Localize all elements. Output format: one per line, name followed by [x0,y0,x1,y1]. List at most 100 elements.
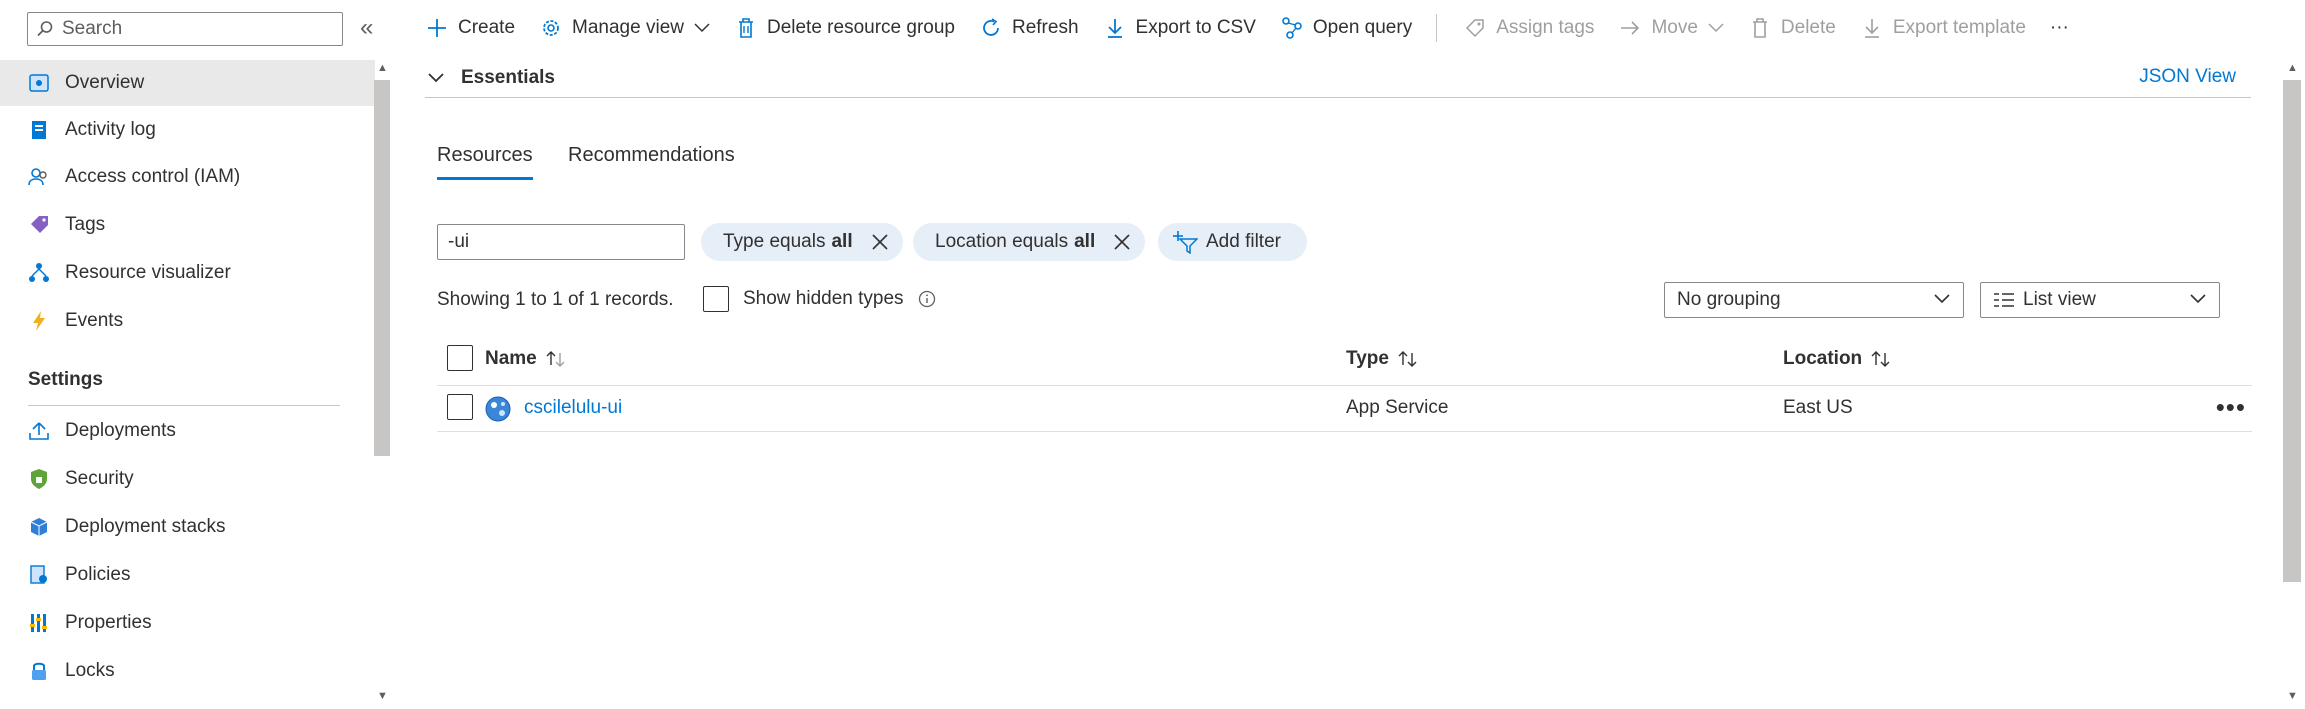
sidebar-item-label: Deployments [65,420,176,441]
sidebar-item-resource-visualizer[interactable]: Resource visualizer [0,250,375,296]
command-bar: Create Manage view Delete resource group… [425,0,2093,56]
sidebar-search[interactable] [27,12,343,46]
resource-type: App Service [1346,397,1449,418]
sidebar-item-activity-log[interactable]: Activity log [0,107,375,153]
sidebar-item-label: Overview [65,72,145,93]
sidebar-scroll-thumb[interactable] [374,80,390,456]
sidebar-item-label: Locks [65,660,115,681]
close-icon[interactable] [871,233,889,251]
sidebar-item-events[interactable]: Events [0,298,375,344]
checkbox[interactable] [703,286,729,312]
filter-by-name-input[interactable] [437,224,685,260]
sidebar-item-deployment-stacks[interactable]: Deployment stacks [0,504,375,550]
grouping-dropdown[interactable]: No grouping [1664,282,1964,318]
add-filter-label: Add filter [1206,231,1281,252]
location-filter-value: all [1074,231,1096,252]
sidebar-item-policies[interactable]: Policies [0,552,375,598]
essentials-header[interactable]: Essentials JSON View [425,58,2251,98]
scroll-down-icon[interactable]: ▼ [2287,690,2298,702]
tab-recommendations[interactable]: Recommendations [568,144,735,177]
sidebar-item-overview[interactable]: Overview [0,60,375,106]
show-hidden-types-label: Show hidden types [743,288,904,309]
location-filter-label: Location equals [935,231,1069,252]
table-row[interactable]: cscilelulu-ui App Service East US ••• [437,386,2252,432]
sidebar-item-tags[interactable]: Tags [0,202,375,248]
main-scrollbar[interactable]: ▲ ▼ [2281,58,2303,709]
delete-label: Delete [1780,17,1836,38]
toolbar-divider [1436,14,1438,42]
view-dropdown[interactable]: List view [1980,282,2220,318]
scroll-up-icon[interactable]: ▲ [377,62,388,74]
settings-header: Settings [28,369,103,390]
sidebar-item-access-control[interactable]: Access control (IAM) [0,154,375,200]
refresh-button[interactable]: Refresh [979,16,1079,40]
resource-name-link[interactable]: cscilelulu-ui [524,397,622,419]
select-all-checkbox[interactable] [447,345,473,371]
assign-tags-button[interactable]: Assign tags [1463,16,1594,40]
people-icon [28,166,50,188]
sort-icon [1397,349,1419,369]
column-header-name[interactable]: Name [485,348,567,370]
refresh-icon [979,16,1003,40]
sidebar-item-label: Activity log [65,119,156,140]
info-icon[interactable] [918,290,936,308]
delete-resource-group-button[interactable]: Delete resource group [734,16,955,40]
sidebar-item-label: Events [65,310,124,331]
scroll-up-icon[interactable]: ▲ [2287,62,2298,74]
settings-divider [28,405,340,406]
sort-icon [1870,349,1892,369]
export-template-button[interactable]: Export template [1860,16,2026,40]
sidebar-item-deployments[interactable]: Deployments [0,408,375,454]
sidebar-scrollbar[interactable]: ▲ ▼ [372,60,394,709]
scroll-down-icon[interactable]: ▼ [377,690,388,702]
visualizer-icon [28,262,50,284]
chevron-down-icon [1933,293,1951,305]
type-filter-pill[interactable]: Type equals all [701,223,903,261]
manage-view-button[interactable]: Manage view [539,16,710,40]
row-more-button[interactable]: ••• [2216,392,2246,423]
main-scroll-thumb[interactable] [2283,80,2301,582]
arrow-right-icon [1618,16,1642,40]
close-icon[interactable] [1113,233,1131,251]
search-icon [37,21,53,37]
column-header-label: Name [485,348,537,369]
column-header-label: Type [1346,348,1389,369]
column-header-location[interactable]: Location [1783,348,1892,370]
row-checkbox[interactable] [447,394,473,420]
add-filter-icon [1172,230,1198,254]
column-header-type[interactable]: Type [1346,348,1419,370]
export-csv-button[interactable]: Export to CSV [1103,16,1256,40]
upload-icon [28,420,50,442]
delete-button[interactable]: Delete [1748,16,1836,40]
grouping-value: No grouping [1677,289,1781,310]
create-label: Create [458,17,516,38]
sidebar-item-label: Access control (IAM) [65,166,241,187]
sidebar-search-input[interactable] [62,18,332,40]
json-view-link[interactable]: JSON View [2139,66,2236,88]
sidebar-item-security[interactable]: Security [0,456,375,502]
location-filter-pill[interactable]: Location equals all [913,223,1146,261]
more-commands-button[interactable]: ··· [2050,17,2069,39]
chevron-down-icon [1708,23,1724,33]
cube-icon [28,516,50,538]
resource-location: East US [1783,397,1853,418]
show-hidden-types-checkbox[interactable]: Show hidden types [703,286,936,312]
app-service-icon [485,396,511,422]
add-filter-button[interactable]: Add filter [1158,223,1307,261]
refresh-label: Refresh [1011,17,1079,38]
sidebar-item-properties[interactable]: Properties [0,600,375,646]
download-icon [1103,16,1127,40]
collapse-sidebar-button[interactable]: « [360,14,373,42]
sidebar-item-label: Tags [65,214,106,235]
tab-resources[interactable]: Resources [437,144,533,180]
sidebar-item-label: Deployment stacks [65,516,226,537]
open-query-label: Open query [1312,17,1413,38]
move-button[interactable]: Move [1618,16,1724,40]
view-value: List view [2023,289,2096,310]
sidebar-item-locks[interactable]: Locks [0,648,375,694]
policy-icon [28,564,50,586]
open-query-button[interactable]: Open query [1280,16,1412,40]
delete-resource-group-label: Delete resource group [766,17,955,38]
create-button[interactable]: Create [425,16,515,40]
chevron-down-icon [2189,293,2207,305]
